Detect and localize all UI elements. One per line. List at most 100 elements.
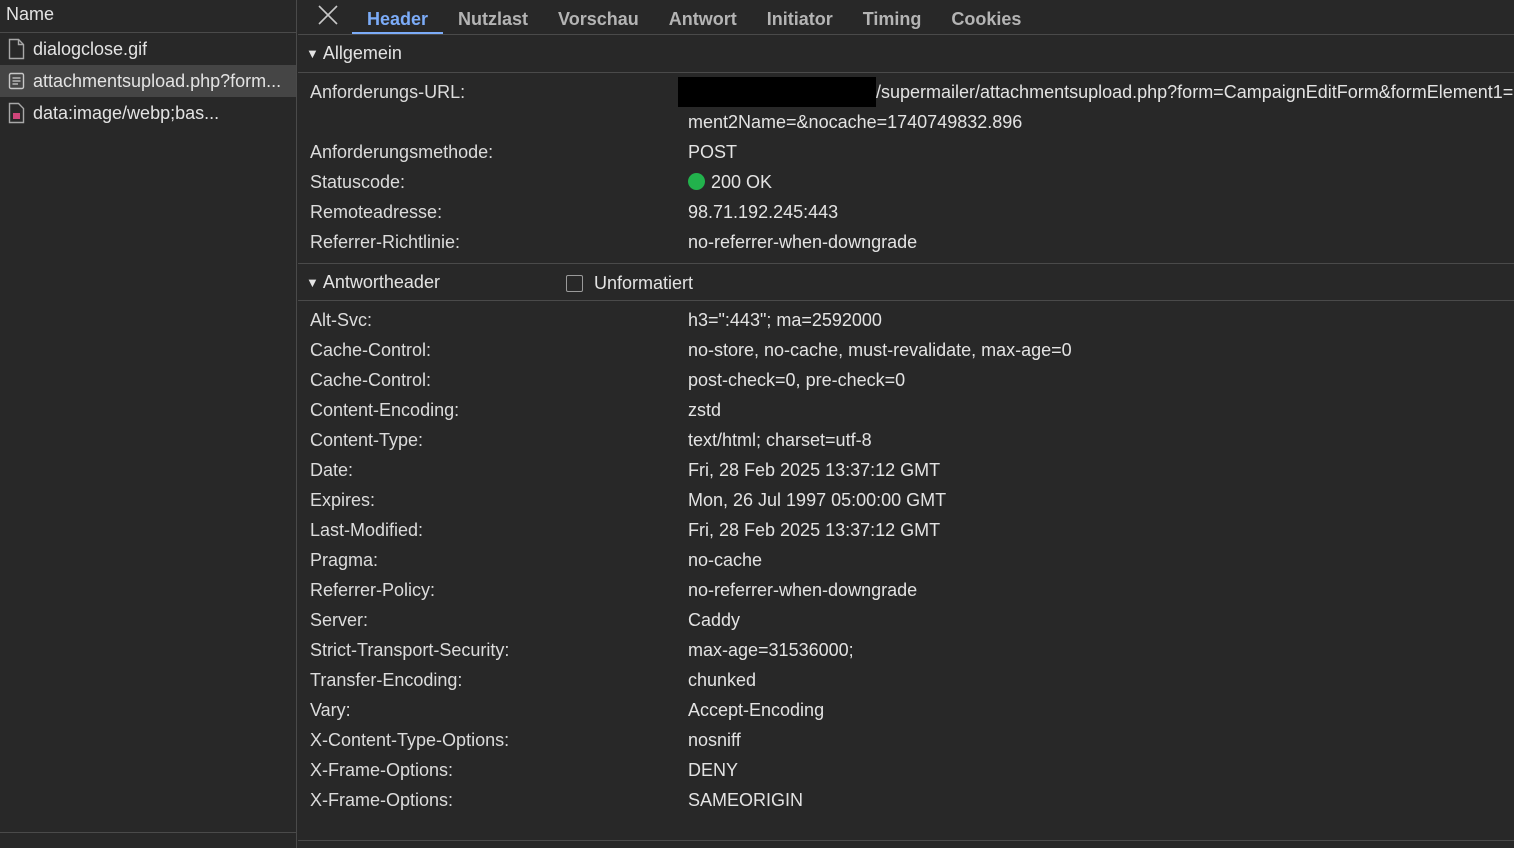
- header-value[interactable]: POST: [688, 137, 737, 167]
- header-value[interactable]: post-check=0, pre-check=0: [688, 365, 905, 395]
- header-row: Strict-Transport-Security: max-age=315360…: [298, 635, 1514, 665]
- header-key: Cache-Control:: [310, 370, 432, 390]
- file-icon: [8, 38, 25, 60]
- header-value[interactable]: no-referrer-when-downgrade: [688, 227, 917, 257]
- tab-cookies[interactable]: Cookies: [936, 1, 1036, 34]
- header-key: X-Frame-Options:: [310, 790, 454, 810]
- header-row: Date: Fri, 28 Feb 2025 13:37:12 GMT: [298, 455, 1514, 485]
- header-key: Anforderungsmethode:: [310, 142, 494, 162]
- header-row: Content-Encoding: zstd: [298, 395, 1514, 425]
- tab-initiator[interactable]: Initiator: [752, 1, 848, 34]
- collapse-triangle-icon: ▼: [306, 46, 319, 61]
- header-key: Statuscode:: [310, 172, 406, 192]
- header-key: Content-Encoding:: [310, 400, 460, 420]
- request-item-data-image[interactable]: data:image/webp;bas...: [0, 97, 296, 129]
- header-key: Referrer-Policy:: [310, 580, 436, 600]
- tab-preview[interactable]: Vorschau: [543, 1, 654, 34]
- name-column-header[interactable]: Name: [0, 0, 296, 33]
- header-value[interactable]: Caddy: [688, 605, 740, 635]
- tab-timing[interactable]: Timing: [848, 1, 937, 34]
- header-value[interactable]: Fri, 28 Feb 2025 13:37:12 GMT: [688, 515, 940, 545]
- header-row: Server: Caddy: [298, 605, 1514, 635]
- header-row: Remoteadresse: 98.71.192.245:443: [298, 197, 1514, 227]
- request-name: data:image/webp;bas...: [33, 102, 220, 123]
- header-key: Pragma:: [310, 550, 379, 570]
- header-row: X-Frame-Options: SAMEORIGIN: [298, 785, 1514, 815]
- request-name: dialogclose.gif: [33, 38, 148, 59]
- header-key: Transfer-Encoding:: [310, 670, 463, 690]
- collapse-triangle-icon: ▼: [306, 274, 319, 290]
- header-key: Anforderungs-URL:: [310, 82, 466, 102]
- header-key: Referrer-Richtlinie:: [310, 232, 461, 252]
- request-item-dialogclose[interactable]: dialogclose.gif: [0, 33, 296, 65]
- header-value[interactable]: h3=":443"; ma=2592000: [688, 305, 882, 335]
- document-icon: [8, 72, 25, 90]
- header-row: Vary: Accept-Encoding: [298, 695, 1514, 725]
- header-row: Pragma: no-cache: [298, 545, 1514, 575]
- request-item-attachmentsupload[interactable]: attachmentsupload.php?form...: [0, 65, 296, 97]
- raw-checkbox[interactable]: [566, 275, 583, 292]
- image-icon: [8, 102, 25, 124]
- header-row: Cache-Control: post-check=0, pre-check=0: [298, 365, 1514, 395]
- header-row: Last-Modified: Fri, 28 Feb 2025 13:37:12 …: [298, 515, 1514, 545]
- response-headers-section-header[interactable]: ▼ Antwortheader Unformatiert: [298, 263, 1514, 301]
- header-row: Content-Type: text/html; charset=utf-8: [298, 425, 1514, 455]
- header-key: Alt-Svc:: [310, 310, 373, 330]
- header-key: Cache-Control:: [310, 340, 432, 360]
- section-divider: [298, 840, 1514, 841]
- tab-payload[interactable]: Nutzlast: [443, 1, 543, 34]
- header-row: Referrer-Policy: no-referrer-when-downgra…: [298, 575, 1514, 605]
- request-details-panel: Header Nutzlast Vorschau Antwort Initiat…: [298, 0, 1514, 848]
- header-value[interactable]: 200 OK: [711, 172, 772, 192]
- header-row: Anforderungsmethode: POST: [298, 137, 1514, 167]
- header-row: Transfer-Encoding: chunked: [298, 665, 1514, 695]
- header-row: Cache-Control: no-store, no-cache, must-r…: [298, 335, 1514, 365]
- header-value[interactable]: no-referrer-when-downgrade: [688, 575, 917, 605]
- header-key: Vary:: [310, 700, 351, 720]
- header-key: Content-Type:: [310, 430, 424, 450]
- header-value[interactable]: nosniff: [688, 725, 741, 755]
- raw-toggle[interactable]: Unformatiert: [566, 273, 693, 294]
- header-row: Referrer-Richtlinie: no-referrer-when-do…: [298, 227, 1514, 257]
- header-value[interactable]: no-store, no-cache, must-revalidate, max…: [688, 335, 1072, 365]
- header-row: Statuscode: 200 OK: [298, 167, 1514, 197]
- header-key: Server:: [310, 610, 369, 630]
- header-key: Last-Modified:: [310, 520, 424, 540]
- tab-response[interactable]: Antwort: [654, 1, 752, 34]
- details-tab-bar: Header Nutzlast Vorschau Antwort Initiat…: [298, 0, 1514, 35]
- header-key: X-Content-Type-Options:: [310, 730, 510, 750]
- header-row: Expires: Mon, 26 Jul 1997 05:00:00 GMT: [298, 485, 1514, 515]
- header-value[interactable]: text/html; charset=utf-8: [688, 425, 872, 455]
- header-value[interactable]: no-cache: [688, 545, 762, 575]
- header-value[interactable]: /supermailer/attachmentsupload.php?form=…: [876, 82, 1513, 102]
- section-title: Antwortheader: [322, 271, 440, 292]
- header-key: Date:: [310, 460, 354, 480]
- close-icon[interactable]: [316, 3, 340, 27]
- header-value[interactable]: Accept-Encoding: [688, 695, 824, 725]
- header-key: X-Frame-Options:: [310, 760, 454, 780]
- header-value[interactable]: 98.71.192.245:443: [688, 197, 838, 227]
- tab-header[interactable]: Header: [352, 1, 444, 34]
- status-dot-icon: [688, 173, 705, 190]
- request-list-panel: Name dialogclose.gif attachmentsupload.p…: [0, 0, 297, 848]
- section-title: Allgemein: [322, 43, 402, 63]
- header-value[interactable]: DENY: [688, 755, 738, 785]
- raw-label: Unformatiert: [594, 273, 694, 293]
- request-url-continuation[interactable]: ment2Name=&nocache=1740749832.896: [298, 107, 1514, 137]
- request-name: attachmentsupload.php?form...: [33, 70, 282, 91]
- header-value[interactable]: Fri, 28 Feb 2025 13:37:12 GMT: [688, 455, 940, 485]
- header-row: X-Content-Type-Options: nosniff: [298, 725, 1514, 755]
- header-value[interactable]: SAMEORIGIN: [688, 785, 803, 815]
- header-value[interactable]: chunked: [688, 665, 756, 695]
- header-value[interactable]: max-age=31536000;: [688, 635, 854, 665]
- general-rows: Anforderungs-URL: /supermailer/attachmen…: [298, 73, 1514, 263]
- request-url-row: Anforderungs-URL: /supermailer/attachmen…: [298, 77, 1514, 107]
- status-bar: [0, 832, 296, 848]
- response-header-rows: Alt-Svc: h3=":443"; ma=2592000 Cache-Contr…: [298, 301, 1514, 821]
- general-section-header[interactable]: ▼ Allgemein: [298, 35, 1514, 73]
- header-key: Strict-Transport-Security:: [310, 640, 510, 660]
- header-key: Expires:: [310, 490, 376, 510]
- header-value[interactable]: Mon, 26 Jul 1997 05:00:00 GMT: [688, 485, 946, 515]
- header-key: Remoteadresse:: [310, 202, 443, 222]
- header-value[interactable]: zstd: [688, 395, 721, 425]
